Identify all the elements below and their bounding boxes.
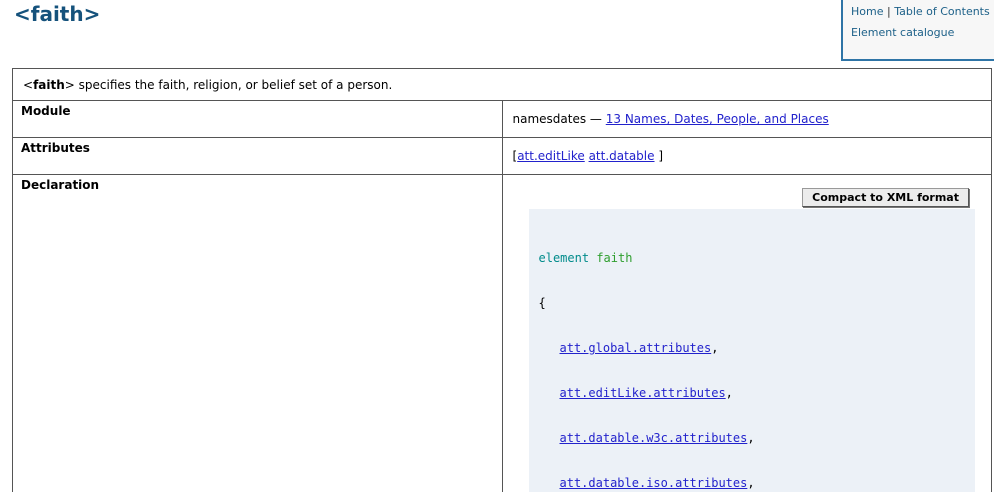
declaration-link-att-datable-iso-attributes[interactable]: att.datable.iso.attributes xyxy=(560,476,748,490)
code-line: element faith xyxy=(539,251,966,266)
declaration-button-row: Compact to XML format xyxy=(513,188,970,208)
code-line: att.global.attributes, xyxy=(539,341,966,356)
declaration-cell: Compact to XML format element faith { at… xyxy=(502,175,992,492)
attribute-link-att-editlike[interactable]: att.editLike xyxy=(517,149,585,163)
declaration-link-att-editlike-attributes[interactable]: att.editLike.attributes xyxy=(560,386,726,400)
rng-element-name: faith xyxy=(596,251,632,265)
module-name: namesdates xyxy=(513,112,587,126)
code-line: att.datable.iso.attributes, xyxy=(539,476,966,491)
page-title: <faith> xyxy=(14,2,100,26)
module-cell: namesdates — 13 Names, Dates, People, an… xyxy=(502,101,992,138)
description-cell: <faith> specifies the faith, religion, o… xyxy=(13,69,992,101)
compact-to-xml-button[interactable]: Compact to XML format xyxy=(802,188,969,207)
declaration-row: Declaration Compact to XML format elemen… xyxy=(13,175,992,492)
description-text: specifies the faith, religion, or belief… xyxy=(75,78,392,92)
description-row: <faith> specifies the faith, religion, o… xyxy=(13,69,992,101)
attribute-link-att-datable[interactable]: att.datable xyxy=(589,149,655,163)
nav-line-catalogue: Element catalogue xyxy=(851,26,990,40)
module-label: Module xyxy=(13,101,503,138)
module-row: Module namesdates — 13 Names, Dates, Peo… xyxy=(13,101,992,138)
code-line: att.datable.w3c.attributes, xyxy=(539,431,966,446)
open-brace: { xyxy=(539,296,546,310)
attributes-bracket-close: ] xyxy=(655,149,664,163)
declaration-link-att-global-attributes[interactable]: att.global.attributes xyxy=(560,341,712,355)
nav-link-home[interactable]: Home xyxy=(851,5,883,18)
attributes-label: Attributes xyxy=(13,138,503,175)
member-suffix: , xyxy=(726,386,733,400)
declaration-link-att-datable-w3c-attributes[interactable]: att.datable.w3c.attributes xyxy=(560,431,748,445)
nav-separator: | xyxy=(887,5,891,18)
attributes-cell: [att.editLike att.datable ] xyxy=(502,138,992,175)
nav-link-table-of-contents[interactable]: Table of Contents xyxy=(894,5,990,18)
nav-box: Home | Table of Contents Element catalog… xyxy=(841,0,994,61)
code-line: { xyxy=(539,296,966,311)
description-tag-lt: < xyxy=(23,78,33,92)
page-header: <faith> Home | Table of Contents Element… xyxy=(0,0,996,68)
rng-keyword: element xyxy=(539,251,590,265)
code-line: att.editLike.attributes, xyxy=(539,386,966,401)
module-dash: — xyxy=(590,112,602,126)
declaration-code-block: element faith { att.global.attributes, a… xyxy=(529,209,976,492)
description-tag-gt: > xyxy=(65,78,75,92)
element-spec-table: <faith> specifies the faith, religion, o… xyxy=(12,68,992,492)
nav-line-home-toc: Home | Table of Contents xyxy=(851,5,990,19)
member-suffix: , xyxy=(747,476,754,490)
member-suffix: , xyxy=(711,341,718,355)
description-tag-name: faith xyxy=(33,78,65,92)
module-chapter-link[interactable]: 13 Names, Dates, People, and Places xyxy=(606,112,829,126)
attributes-row: Attributes [att.editLike att.datable ] xyxy=(13,138,992,175)
nav-link-element-catalogue[interactable]: Element catalogue xyxy=(851,26,954,39)
declaration-label: Declaration xyxy=(13,175,503,492)
member-suffix: , xyxy=(747,431,754,445)
